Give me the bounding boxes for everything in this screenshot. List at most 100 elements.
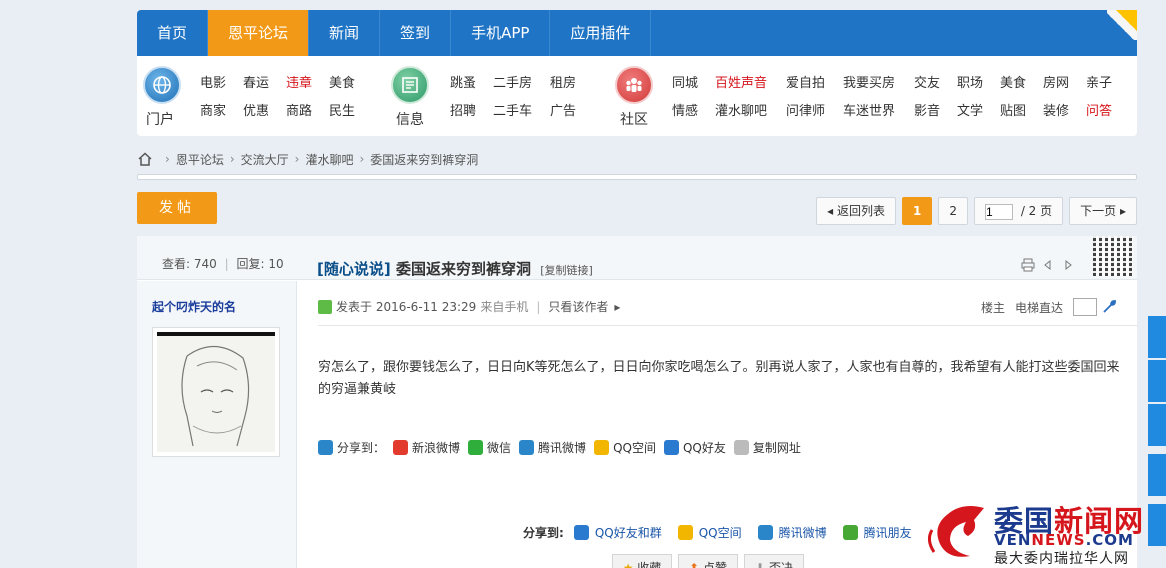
- subnav-link[interactable]: 美食: [329, 72, 355, 91]
- subnav-label-portal[interactable]: 门户: [146, 109, 174, 129]
- next-page-label: 下一页: [1080, 204, 1117, 218]
- breadcrumb-separator: ›: [294, 152, 300, 166]
- tencent-weibo-icon[interactable]: [757, 525, 773, 540]
- subnav-link[interactable]: 美食: [1000, 72, 1026, 91]
- share-qq[interactable]: QQ好友: [683, 439, 726, 456]
- floating-side-tab[interactable]: [1148, 404, 1166, 446]
- subnav-link[interactable]: 灌水聊吧: [715, 100, 767, 119]
- qzone-icon[interactable]: [594, 440, 610, 455]
- subnav-link[interactable]: 问律师: [786, 100, 825, 119]
- home-icon[interactable]: [137, 151, 153, 167]
- nav-tab-home[interactable]: 首页: [137, 10, 209, 56]
- nav-tab-plugins[interactable]: 应用插件: [550, 10, 652, 56]
- wrench-icon[interactable]: [1101, 299, 1117, 315]
- nav-tab-forum[interactable]: 恩平论坛: [208, 10, 310, 56]
- watermark-domain-c: .COM: [1085, 531, 1134, 549]
- subnav-link[interactable]: 二手车: [493, 100, 532, 119]
- page-jump-input[interactable]: [984, 203, 1013, 220]
- wechat-icon[interactable]: [468, 440, 484, 455]
- thread-category[interactable]: [随心说说]: [317, 260, 391, 278]
- subnav-link[interactable]: 情感: [672, 100, 698, 119]
- favorite-button[interactable]: ★ 收藏: [612, 554, 672, 568]
- page-2-button[interactable]: 2: [938, 197, 968, 225]
- share-copy-url[interactable]: 复制网址: [753, 439, 801, 456]
- share2-qq-group[interactable]: QQ好友和群: [595, 524, 662, 541]
- share2-tencent-friends[interactable]: 腾讯朋友: [864, 524, 912, 541]
- subnav-link[interactable]: 商路: [286, 100, 312, 119]
- subnav-link[interactable]: 广告: [550, 100, 576, 119]
- nav-tab-news[interactable]: 新闻: [309, 10, 381, 56]
- clover-icon[interactable]: [842, 525, 858, 540]
- subnav-link[interactable]: 二手房: [493, 72, 532, 91]
- arrow-right-icon[interactable]: [1061, 258, 1075, 272]
- subnav-link[interactable]: 文学: [957, 100, 983, 119]
- floating-side-tab[interactable]: [1148, 454, 1166, 496]
- copy-url-icon[interactable]: [733, 440, 749, 455]
- floor-jump-input[interactable]: [1073, 298, 1097, 316]
- subnav-link[interactable]: 贴图: [1000, 100, 1026, 119]
- arrow-left-icon[interactable]: [1041, 258, 1055, 272]
- floating-side-tab[interactable]: [1148, 316, 1166, 358]
- people-icon[interactable]: [615, 66, 653, 104]
- subnav-link[interactable]: 春运: [243, 72, 269, 91]
- subnav-link[interactable]: 爱自拍: [786, 72, 825, 91]
- floating-side-tab[interactable]: [1148, 360, 1166, 402]
- page-1-button[interactable]: 1: [901, 197, 933, 225]
- share-weibo[interactable]: 新浪微博: [412, 439, 460, 456]
- dragon-logo-icon: [927, 506, 984, 557]
- new-post-button[interactable]: 发帖: [137, 192, 217, 224]
- subnav-link[interactable]: 亲子: [1086, 72, 1112, 91]
- subnav-link[interactable]: 民生: [329, 100, 355, 119]
- subnav-group-info: 信息 跳蚤 二手房 租房 招聘 二手车 广告: [391, 56, 611, 136]
- subnav-link[interactable]: 影音: [914, 100, 940, 119]
- breadcrumb-item[interactable]: 恩平论坛: [176, 151, 224, 168]
- subnav-link[interactable]: 问答: [1086, 100, 1112, 119]
- subnav-link[interactable]: 电影: [200, 72, 226, 91]
- subnav-link[interactable]: 我要买房: [843, 72, 895, 91]
- author-name[interactable]: 起个叼炸天的名: [152, 298, 236, 315]
- only-author-link[interactable]: 只看该作者: [548, 298, 608, 315]
- weibo-icon[interactable]: [393, 440, 409, 455]
- subnav-link[interactable]: 百姓声音: [715, 72, 767, 91]
- share2-tencent-weibo[interactable]: 腾讯微博: [779, 524, 827, 541]
- tencent-weibo-icon[interactable]: [519, 440, 535, 455]
- breadcrumb-item[interactable]: 交流大厅: [241, 151, 289, 168]
- next-page-button[interactable]: 下一页 ▸: [1069, 197, 1137, 225]
- subnav-link[interactable]: 装修: [1043, 100, 1069, 119]
- subnav-link[interactable]: 职场: [957, 72, 983, 91]
- nav-tab-checkin[interactable]: 签到: [380, 10, 452, 56]
- qq-icon[interactable]: [663, 440, 679, 455]
- subnav-link[interactable]: 跳蚤: [450, 72, 476, 91]
- subnav-link[interactable]: 同城: [672, 72, 698, 91]
- subnav-link[interactable]: 车迷世界: [843, 100, 895, 119]
- subnav-label-community[interactable]: 社区: [620, 109, 648, 129]
- qr-code-icon[interactable]: [1093, 236, 1133, 276]
- subnav-link[interactable]: 交友: [914, 72, 940, 91]
- breadcrumb-separator: ›: [165, 152, 170, 166]
- subnav-link[interactable]: 租房: [550, 72, 576, 91]
- qq-icon[interactable]: [573, 525, 589, 540]
- qzone-icon[interactable]: [677, 525, 693, 540]
- subnav-link[interactable]: 商家: [200, 100, 226, 119]
- share-qzone[interactable]: QQ空间: [613, 439, 656, 456]
- subnav-label-info[interactable]: 信息: [396, 109, 424, 129]
- print-icon[interactable]: [1021, 258, 1035, 272]
- back-to-list-button[interactable]: ◂ 返回列表: [816, 197, 896, 225]
- subnav-link[interactable]: 招聘: [450, 100, 476, 119]
- nav-tab-app[interactable]: 手机APP: [451, 10, 551, 56]
- newspaper-icon[interactable]: [391, 66, 429, 104]
- dislike-button[interactable]: ⬇ 否决: [744, 554, 804, 568]
- share2-qzone[interactable]: QQ空间: [699, 524, 742, 541]
- subnav-link[interactable]: 违章: [286, 72, 312, 91]
- post-content: 穷怎么了，跟你要钱怎么了，日日向K等死怎么了，日日向你家吃喝怎么了。别再说人家了…: [318, 360, 1120, 397]
- avatar[interactable]: [152, 327, 280, 457]
- copy-link-button[interactable]: [复制链接]: [540, 264, 593, 277]
- like-button[interactable]: ⬆ 点赞: [678, 554, 738, 568]
- subnav-link[interactable]: 优惠: [243, 100, 269, 119]
- breadcrumb-item[interactable]: 委国返来穷到裤穿洞: [370, 151, 478, 168]
- share-tencent-weibo[interactable]: 腾讯微博: [538, 439, 586, 456]
- globe-icon[interactable]: [143, 66, 181, 104]
- subnav-link[interactable]: 房网: [1043, 72, 1069, 91]
- breadcrumb-item[interactable]: 灌水聊吧: [305, 151, 353, 168]
- share-wechat[interactable]: 微信: [487, 439, 511, 456]
